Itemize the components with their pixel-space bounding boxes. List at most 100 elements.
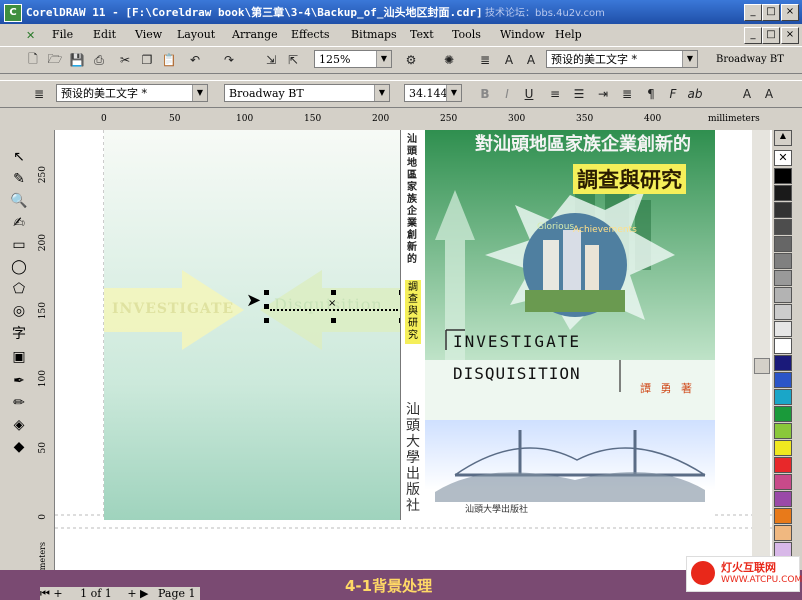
import-icon[interactable]: ⇲ (262, 51, 280, 69)
indent-icon[interactable]: ⇥ (594, 85, 612, 103)
spiral-tool-icon[interactable]: ◎ (6, 300, 32, 322)
color-swatch[interactable] (774, 185, 792, 201)
font-select[interactable]: Broadway BT ▼ (224, 84, 390, 102)
horizontal-ruler[interactable]: 0 50 100 150 200 250 300 350 400 millime… (38, 114, 772, 131)
redo-icon[interactable]: ↷ (220, 51, 238, 69)
polygon-tool-icon[interactable]: ⬠ (6, 278, 32, 300)
selection-handle[interactable] (264, 318, 269, 323)
bullet-list-icon[interactable]: ☰ (570, 85, 588, 103)
color-swatch[interactable] (774, 508, 792, 524)
minimize-button[interactable]: _ (744, 4, 762, 21)
close-button[interactable]: × (781, 4, 799, 21)
color-swatch[interactable] (774, 304, 792, 320)
selection-handle[interactable] (331, 318, 336, 323)
eyedropper-tool-icon[interactable]: ✒ (6, 370, 32, 392)
cut-icon[interactable]: ✂ (116, 51, 134, 69)
front-cover[interactable]: 對汕頭地區家族企業創新的 調查與研究 Glorious Achievements… (425, 130, 715, 520)
vertical-text-icon[interactable]: A (760, 85, 778, 103)
color-swatch[interactable] (774, 219, 792, 235)
coreldraw-icon[interactable]: C (4, 4, 22, 22)
left-word-investigate[interactable]: INVESTIGATE (112, 301, 234, 317)
paragraph-icon[interactable]: ¶ (642, 85, 660, 103)
add-page-icon[interactable]: + (53, 587, 66, 600)
color-swatch[interactable] (774, 253, 792, 269)
no-fill-swatch[interactable]: ✕ (774, 150, 792, 166)
menu-arrange[interactable]: Arrange (232, 28, 278, 41)
menu-view[interactable]: View (135, 28, 162, 41)
selection-handle[interactable] (264, 304, 269, 309)
menu-layout[interactable]: Layout (177, 28, 215, 41)
color-swatch[interactable] (774, 423, 792, 439)
export-icon[interactable]: ⇱ (284, 51, 302, 69)
open-icon[interactable]: 🗁 (46, 51, 64, 69)
fill-text-icon[interactable]: A (500, 51, 518, 69)
color-swatch[interactable] (774, 355, 792, 371)
menu-window[interactable]: Window (500, 28, 545, 41)
menu-file[interactable]: File (52, 28, 73, 41)
color-swatch[interactable] (774, 236, 792, 252)
application-launcher-icon[interactable]: ⚙ (402, 51, 420, 69)
menu-bitmaps[interactable]: Bitmaps (351, 28, 397, 41)
color-swatch[interactable] (774, 202, 792, 218)
shape-tool-icon[interactable]: ✎ (6, 168, 32, 190)
font-size-select[interactable]: 34.144 ▼ (404, 84, 462, 102)
color-swatch[interactable] (774, 372, 792, 388)
print-icon[interactable]: ⎙ (90, 51, 108, 69)
text-style-icon[interactable]: ≣ (30, 85, 48, 103)
pick-tool-icon[interactable]: ↖ (6, 146, 32, 168)
first-page-icon[interactable]: ⏮ (40, 587, 50, 600)
color-swatch[interactable] (774, 406, 792, 422)
next-page-icon[interactable]: + ▶ (127, 587, 148, 600)
doc-close-button[interactable]: × (781, 27, 799, 44)
selection-handle[interactable] (331, 290, 336, 295)
color-swatch[interactable] (774, 270, 792, 286)
freehand-tool-icon[interactable]: ✍ (6, 212, 32, 234)
color-swatch[interactable] (774, 474, 792, 490)
interactive-tool-icon[interactable]: ▣ (6, 346, 32, 368)
book-spine[interactable]: 汕頭地區家族企業創新的 調查與研究 汕頭大學出版社 (400, 130, 427, 520)
undo-icon[interactable]: ↶ (186, 51, 204, 69)
selection-handle[interactable] (264, 290, 269, 295)
outline-tool-icon[interactable]: ✏ (6, 392, 32, 414)
edit-text-icon[interactable]: ab (686, 85, 704, 103)
color-swatch[interactable] (774, 338, 792, 354)
style-select[interactable]: 预设的美工文字 * ▼ (546, 50, 698, 68)
align-icon[interactable]: ≡ (546, 85, 564, 103)
color-swatch[interactable] (774, 287, 792, 303)
menu-edit[interactable]: Edit (93, 28, 116, 41)
menu-text[interactable]: Text (410, 28, 434, 41)
color-swatch[interactable] (774, 321, 792, 337)
rectangle-tool-icon[interactable]: ▭ (6, 234, 32, 256)
color-swatch[interactable] (774, 440, 792, 456)
vertical-scrollbar[interactable] (752, 130, 770, 570)
zoom-select[interactable]: 125% ▼ (314, 50, 392, 68)
save-icon[interactable]: 💾 (68, 51, 86, 69)
menu-effects[interactable]: Effects (291, 28, 330, 41)
frame-icon[interactable]: F (664, 85, 682, 103)
back-cover[interactable]: INVESTIGATE Disquisition × ➤ (104, 130, 404, 520)
restore-button[interactable]: □ (762, 4, 780, 21)
palette-scroll-up[interactable]: ▲ (774, 130, 792, 146)
text-tool-icon[interactable]: 字 (6, 322, 32, 344)
interactive-fill-tool-icon[interactable]: ◆ (6, 436, 32, 458)
color-swatch[interactable] (774, 457, 792, 473)
italic-button[interactable]: I (498, 85, 516, 103)
menu-tools[interactable]: Tools (452, 28, 481, 41)
color-swatch[interactable] (774, 525, 792, 541)
menu-help[interactable]: Help (555, 28, 582, 41)
text-orientation-icon[interactable]: A (522, 51, 540, 69)
property-style-select[interactable]: 预设的美工文字 * ▼ (56, 84, 208, 102)
fill-tool-icon[interactable]: ◈ (6, 414, 32, 436)
color-swatch[interactable] (774, 389, 792, 405)
page-tab[interactable]: Page 1 (158, 587, 196, 600)
corel-online-icon[interactable]: ✺ (440, 51, 458, 69)
zoom-tool-icon[interactable]: 🔍 (6, 190, 32, 212)
copy-icon[interactable]: ❐ (138, 51, 156, 69)
doc-minimize-button[interactable]: _ (744, 27, 762, 44)
ellipse-tool-icon[interactable]: ◯ (6, 256, 32, 278)
color-swatch[interactable] (774, 491, 792, 507)
text-align-icon[interactable]: ≣ (476, 51, 494, 69)
font-name-label[interactable]: Broadway BT (716, 54, 784, 65)
paste-icon[interactable]: 📋 (160, 51, 178, 69)
vertical-ruler[interactable]: 250 200 150 100 50 0 millimeters (38, 130, 55, 588)
